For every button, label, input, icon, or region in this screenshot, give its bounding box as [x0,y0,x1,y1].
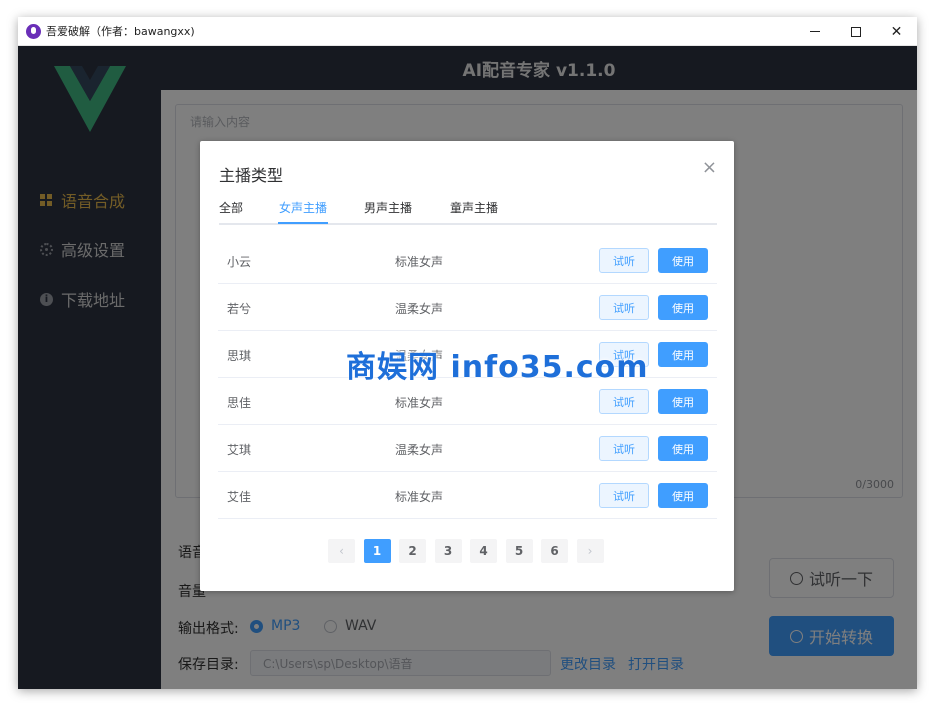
page-button-2[interactable]: 2 [399,539,426,563]
tab-all[interactable]: 全部 [219,199,243,216]
anchor-type: 标准女声 [395,255,444,269]
tab-child[interactable]: 童声主播 [450,199,498,216]
table-row: 艾琪 温柔女声 试听 使用 [218,425,717,472]
maximize-icon [850,26,861,37]
use-button[interactable]: 使用 [658,295,708,320]
listen-button[interactable]: 试听 [599,295,649,320]
next-page-button[interactable]: › [576,539,604,563]
prev-page-button[interactable]: ‹ [328,539,355,563]
anchor-name: 艾琪 [227,443,252,457]
anchor-type: 标准女声 [395,396,444,410]
microphone-icon [26,23,41,39]
anchor-type: 标准女声 [395,490,444,504]
listen-button[interactable]: 试听 [599,389,649,414]
use-button[interactable]: 使用 [658,342,708,367]
anchor-name: 艾佳 [227,490,252,504]
minimize-icon [809,31,820,32]
anchor-tabs: 全部 女声主播 男声主播 童声主播 [219,199,717,225]
table-row: 艾佳 标准女声 试听 使用 [218,472,717,519]
anchor-type: 温柔女声 [395,443,444,457]
close-icon: ✕ [890,23,903,40]
anchor-name: 若兮 [227,302,252,316]
page-button-1[interactable]: 1 [363,539,391,563]
anchor-name: 小云 [227,255,252,269]
dialog-title: 主播类型 [219,166,284,185]
listen-button[interactable]: 试听 [599,436,649,461]
page-button-6[interactable]: 6 [541,539,568,563]
close-icon[interactable]: × [702,157,717,178]
tab-male[interactable]: 男声主播 [364,199,412,216]
use-button[interactable]: 使用 [658,248,708,273]
active-tab-indicator [278,222,328,224]
maximize-button[interactable] [835,17,876,46]
anchor-type: 温柔女声 [395,302,444,316]
use-button[interactable]: 使用 [658,436,708,461]
use-button[interactable]: 使用 [658,389,708,414]
listen-button[interactable]: 试听 [599,248,649,273]
minimize-button[interactable] [794,17,835,46]
title-bar[interactable]: 吾爱破解（作者：bawangxx) ✕ [18,17,917,46]
watermark-text: 商娱网 info35.com [346,350,649,385]
anchor-name: 思琪 [227,349,252,363]
use-button[interactable]: 使用 [658,483,708,508]
page-button-4[interactable]: 4 [470,539,497,563]
table-row: 小云 标准女声 试听 使用 [218,237,717,284]
close-window-button[interactable]: ✕ [876,17,917,46]
table-row: 若兮 温柔女声 试听 使用 [218,284,717,331]
page-button-5[interactable]: 5 [505,539,533,563]
tab-female[interactable]: 女声主播 [279,199,327,216]
listen-button[interactable]: 试听 [599,483,649,508]
pagination: ‹ 1 2 3 4 5 6 › [328,539,612,563]
page-button-3[interactable]: 3 [434,539,462,563]
window-title: 吾爱破解（作者：bawangxx) [46,25,195,38]
anchor-name: 思佳 [227,396,252,410]
